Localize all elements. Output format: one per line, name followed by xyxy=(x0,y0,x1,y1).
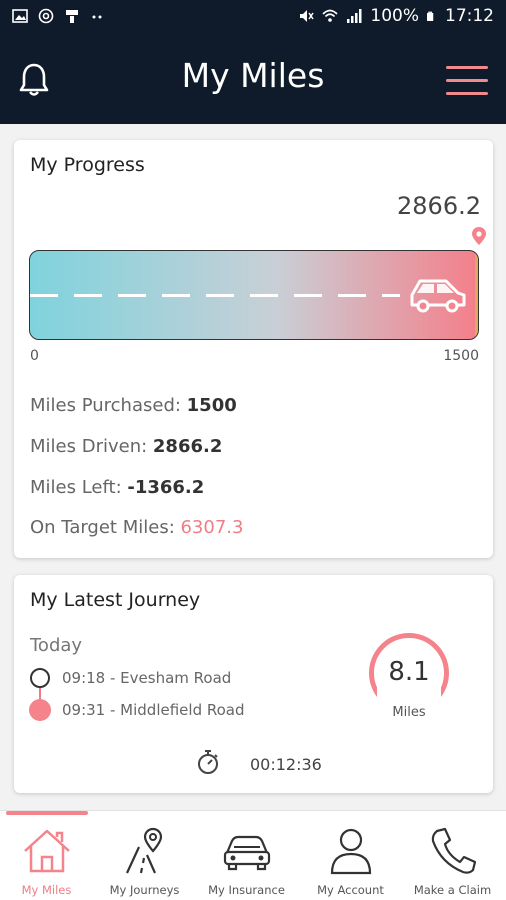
battery-percent: 100% xyxy=(370,6,419,26)
active-tab-indicator xyxy=(6,811,88,815)
scale-min: 0 xyxy=(30,348,39,364)
app-notification-icon xyxy=(66,10,78,23)
scale-max: 1500 xyxy=(443,348,479,364)
tab-label-my-journeys: My Journeys xyxy=(109,883,180,897)
page-title: My Miles xyxy=(181,56,325,95)
hamburger-menu-icon[interactable] xyxy=(446,66,488,96)
journey-duration: 00:12:36 xyxy=(250,755,322,774)
app-header: My Miles xyxy=(0,36,506,124)
home-icon xyxy=(23,829,70,873)
progress-end-marker xyxy=(475,251,478,339)
mute-icon xyxy=(300,10,315,22)
tab-my-account[interactable]: My Account xyxy=(300,821,401,899)
notification-icons xyxy=(12,8,106,24)
tab-label-my-insurance: My Insurance xyxy=(208,883,285,897)
status-bar: 100% 17:12 xyxy=(0,0,506,36)
stat-miles-driven: Miles Driven: 2866.2 xyxy=(30,436,223,457)
journey-title: My Latest Journey xyxy=(30,589,201,611)
latest-journey-card[interactable]: My Latest Journey Today 09:18 - Evesham … xyxy=(14,575,493,793)
car-icon xyxy=(410,279,466,313)
journey-end: 09:31 - Middlefield Road xyxy=(62,701,245,719)
location-pin-icon xyxy=(472,227,486,245)
journey-distance: 8.1 xyxy=(388,657,430,687)
tab-my-miles[interactable]: My Miles xyxy=(0,821,97,899)
more-dots-icon xyxy=(92,15,102,19)
tab-label-my-account: My Account xyxy=(317,883,384,897)
phone-icon xyxy=(431,827,476,874)
end-point-icon xyxy=(29,699,51,721)
system-status: 100% 17:12 xyxy=(298,6,494,26)
miles-driven-total: 2866.2 xyxy=(397,192,481,220)
stat-on-target-miles: On Target Miles: 6307.3 xyxy=(30,517,244,538)
stat-miles-purchased: Miles Purchased: 1500 xyxy=(30,395,237,416)
clock: 17:12 xyxy=(445,6,494,26)
journey-day: Today xyxy=(30,635,83,656)
car-front-icon xyxy=(223,835,270,871)
progress-title: My Progress xyxy=(30,154,145,176)
tab-label-my-miles: My Miles xyxy=(21,883,72,897)
battery-icon xyxy=(427,11,434,21)
user-icon xyxy=(330,828,371,875)
progress-card: My Progress 2866.2 0 1500 Miles Purchase… xyxy=(14,140,493,558)
wifi-icon xyxy=(322,9,338,22)
tab-make-a-claim[interactable]: Make a Claim xyxy=(402,821,503,899)
journey-start: 09:18 - Evesham Road xyxy=(62,669,232,687)
progress-bar xyxy=(29,250,479,340)
tab-label-make-a-claim: Make a Claim xyxy=(413,883,492,897)
stat-miles-left: Miles Left: -1366.2 xyxy=(30,477,205,498)
tab-my-journeys[interactable]: My Journeys xyxy=(94,821,195,899)
journey-distance-unit: Miles xyxy=(392,705,426,720)
signal-icon xyxy=(347,9,362,23)
start-point-icon xyxy=(30,668,50,688)
stopwatch-icon xyxy=(198,750,218,774)
road-pin-icon xyxy=(125,827,162,874)
road-dashes xyxy=(30,294,400,297)
at-sign-icon xyxy=(38,8,54,24)
tab-my-insurance[interactable]: My Insurance xyxy=(196,821,297,899)
bottom-tab-bar: My Miles My Journeys My Insurance My Acc… xyxy=(0,810,506,900)
image-icon xyxy=(12,9,28,23)
